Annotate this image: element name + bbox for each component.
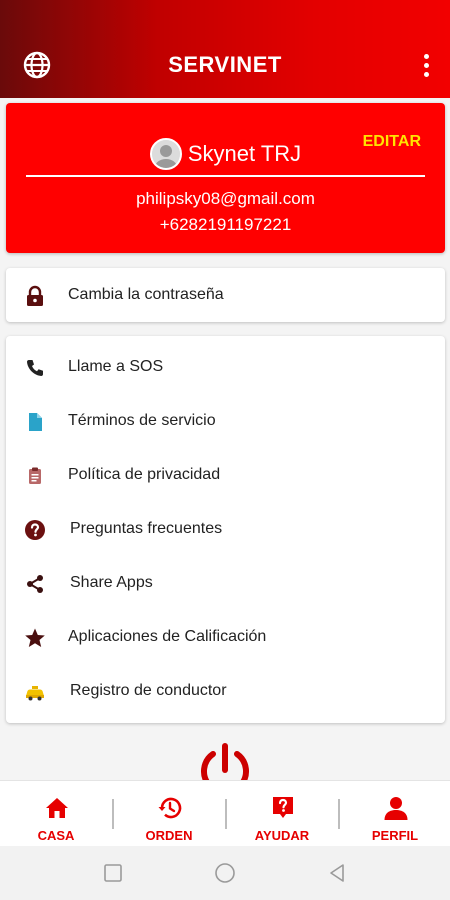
menu-item-label: Términos de servicio bbox=[68, 412, 216, 429]
person-icon bbox=[384, 797, 408, 820]
lock-icon bbox=[27, 285, 43, 306]
change-password-label: Cambia la contraseña bbox=[68, 286, 224, 303]
help-circle-icon bbox=[25, 520, 45, 540]
app-title: SERVINET bbox=[168, 52, 282, 77]
nav-label: AYUDAR bbox=[254, 828, 310, 843]
menu-item-driver-registration[interactable]: Registro de conductor bbox=[6, 664, 445, 718]
clipboard-icon bbox=[29, 467, 41, 484]
nav-label: CASA bbox=[37, 828, 75, 843]
recent-apps-icon[interactable] bbox=[101, 861, 125, 885]
history-icon bbox=[158, 797, 182, 819]
home-icon bbox=[46, 798, 68, 818]
share-icon bbox=[27, 575, 43, 593]
menu-item-privacy[interactable]: Política de privacidad bbox=[6, 448, 445, 502]
menu-item-label: Aplicaciones de Calificación bbox=[68, 628, 267, 645]
taxi-icon bbox=[26, 686, 44, 701]
app-bar: SERVINET bbox=[0, 0, 450, 98]
change-password-card: Cambia la contraseña bbox=[6, 268, 445, 322]
profile-name: Skynet TRJ bbox=[187, 141, 302, 166]
nav-order[interactable]: ORDEN bbox=[113, 781, 225, 847]
nav-help[interactable]: AYUDAR bbox=[226, 781, 338, 847]
nav-profile[interactable]: PERFIL bbox=[339, 781, 450, 847]
bottom-navigation: CASA ORDEN AYUDAR PERFIL bbox=[0, 780, 450, 846]
profile-phone: +6282191197221 bbox=[159, 215, 292, 234]
change-password-item[interactable]: Cambia la contraseña bbox=[6, 268, 445, 322]
menu-item-faq[interactable]: Preguntas frecuentes bbox=[6, 502, 445, 556]
system-navigation-bar bbox=[0, 846, 450, 900]
home-system-icon[interactable] bbox=[213, 861, 237, 885]
help-box-icon bbox=[273, 797, 293, 818]
settings-menu-card: Llame a SOS Términos de servicio Polític… bbox=[6, 336, 445, 723]
menu-item-label: Registro de conductor bbox=[70, 682, 227, 699]
profile-email: philipsky08@gmail.com bbox=[136, 189, 315, 208]
phone-icon bbox=[27, 360, 43, 376]
menu-item-share[interactable]: Share Apps bbox=[6, 556, 445, 610]
menu-item-label: Share Apps bbox=[70, 574, 153, 591]
avatar bbox=[149, 138, 182, 170]
overflow-menu-button[interactable] bbox=[418, 52, 434, 78]
nav-label: ORDEN bbox=[145, 828, 193, 843]
more-vertical-icon bbox=[418, 54, 434, 77]
nav-home[interactable]: CASA bbox=[0, 781, 112, 847]
profile-divider bbox=[26, 175, 425, 177]
profile-card: Skynet TRJ EDITAR philipsky08@gmail.com … bbox=[6, 103, 445, 253]
document-icon bbox=[29, 413, 42, 431]
power-icon[interactable] bbox=[196, 742, 254, 780]
menu-item-sos[interactable]: Llame a SOS bbox=[6, 340, 445, 394]
menu-item-rate[interactable]: Aplicaciones de Calificación bbox=[6, 610, 445, 664]
menu-item-label: Preguntas frecuentes bbox=[70, 520, 223, 537]
star-icon bbox=[25, 628, 45, 647]
back-icon[interactable] bbox=[325, 861, 349, 885]
menu-item-label: Llame a SOS bbox=[68, 358, 164, 375]
logout-area bbox=[0, 738, 450, 780]
user-avatar-icon bbox=[151, 140, 180, 168]
menu-item-label: Política de privacidad bbox=[68, 466, 221, 483]
status-bar bbox=[0, 0, 450, 34]
nav-label: PERFIL bbox=[371, 828, 419, 843]
edit-profile-button[interactable]: EDITAR bbox=[363, 133, 421, 151]
menu-item-terms[interactable]: Términos de servicio bbox=[6, 394, 445, 448]
